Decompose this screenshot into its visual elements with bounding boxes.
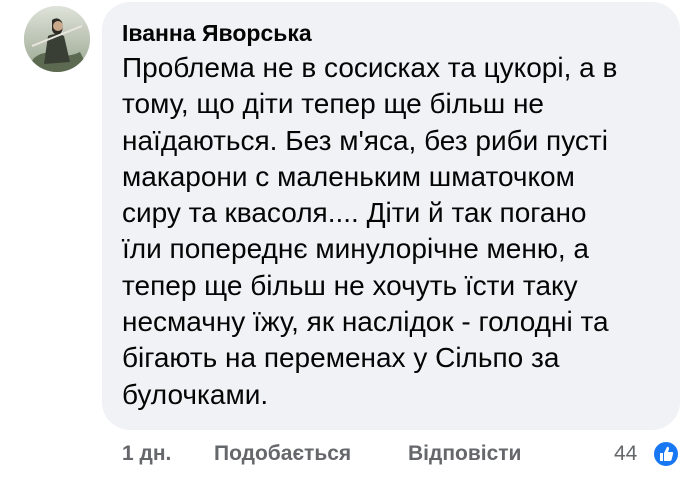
comment-text-line: наїдаються. Без м'яса, без риби пусті — [122, 124, 608, 156]
reply-button[interactable]: Відповісти — [408, 442, 521, 466]
comment-text-line: тепер ще більш не хочуть їсти таку — [122, 269, 578, 301]
comment-text-line: Проблема не в сосисках та цукорі, а в — [122, 52, 618, 83]
like-button[interactable]: Подобається — [214, 442, 351, 466]
comment-text-line: тому, що діти тепер ще більш не — [122, 88, 544, 120]
timestamp-link[interactable]: 1 дн. — [122, 442, 171, 466]
comment-text-line: булочками. — [122, 378, 269, 410]
comment-text-line: їли попереднє минулорічне меню, а — [122, 233, 589, 265]
comment-bubble: Іванна Яворська Проблема не в сосисках т… — [102, 2, 680, 430]
comment-text-line: сиру та квасоля.... Діти й так погано — [122, 197, 587, 229]
author-name[interactable]: Іванна Яворська — [122, 20, 312, 47]
comment-text-line: несмачну їжу, як наслідок - голодні та — [122, 306, 609, 338]
comment: Іванна Яворська Проблема не в сосисках т… — [0, 0, 700, 478]
comment-text-line: макарони с маленьким шматочком — [122, 160, 575, 192]
avatar[interactable] — [24, 6, 90, 72]
comment-text: Проблема не в сосисках та цукорі, а в то… — [122, 50, 662, 413]
avatar-image — [24, 6, 90, 72]
reaction-count: 44 — [614, 442, 638, 465]
comment-text-line: бігають на переменах у Сільпо за — [122, 342, 560, 374]
thumbs-up-icon — [652, 440, 680, 468]
